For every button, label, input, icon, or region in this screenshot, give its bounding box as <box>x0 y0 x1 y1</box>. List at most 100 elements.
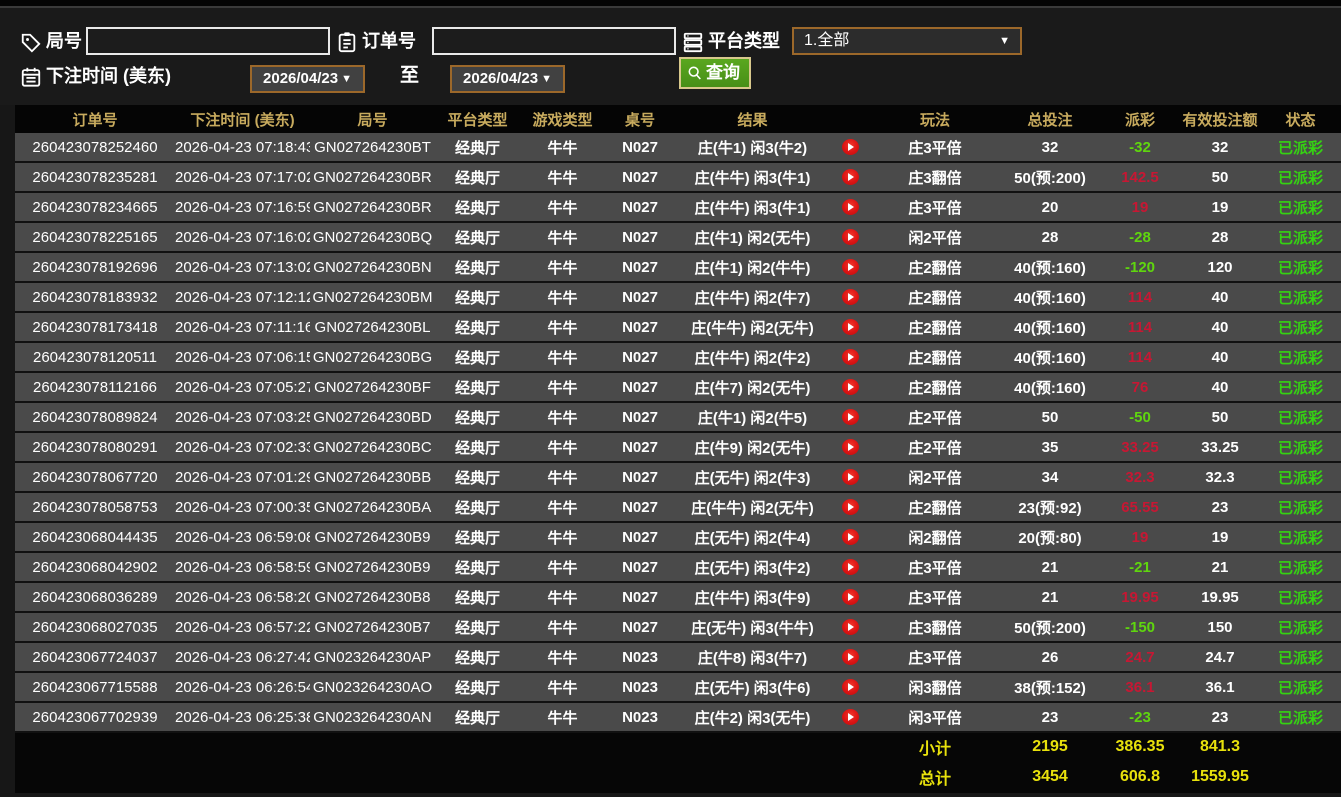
cell-replay <box>830 402 870 432</box>
cell-bet-time: 2026-04-23 07:13:02 <box>175 252 310 282</box>
cell-replay <box>830 492 870 522</box>
cell-platform-type: 经典厅 <box>435 342 520 372</box>
cell-status: 已派彩 <box>1260 162 1341 192</box>
cell-platform-type: 经典厅 <box>435 312 520 342</box>
replay-play-button[interactable] <box>842 289 859 305</box>
table-row: 260423078080291 2026-04-23 07:02:33 GN02… <box>15 432 1341 462</box>
replay-play-button[interactable] <box>842 379 859 395</box>
date-from-picker[interactable]: 2026/04/23▼ <box>250 65 365 93</box>
cell-valid-bet: 23 <box>1180 492 1260 522</box>
round-no-input[interactable] <box>86 27 330 55</box>
cell-play-method: 闲3翻倍 <box>870 672 1000 702</box>
cell-payout: 32.3 <box>1100 462 1180 492</box>
cell-round-no: GN027264230BL <box>310 312 435 342</box>
play-icon <box>848 593 854 601</box>
cell-play-method: 庄2平倍 <box>870 432 1000 462</box>
cell-total-bet: 20(预:80) <box>1000 522 1100 552</box>
replay-play-button[interactable] <box>842 139 859 155</box>
table-row: 260423068042902 2026-04-23 06:58:59 GN02… <box>15 552 1341 582</box>
replay-play-button[interactable] <box>842 589 859 605</box>
col-header-replay <box>830 105 870 133</box>
cell-table-no: N027 <box>605 402 675 432</box>
cell-table-no: N027 <box>605 432 675 462</box>
bet-time-label: 下注时间 (美东) <box>46 62 171 90</box>
cell-valid-bet: 28 <box>1180 222 1260 252</box>
play-icon <box>848 233 854 241</box>
cell-table-no: N027 <box>605 312 675 342</box>
replay-play-button[interactable] <box>842 439 859 455</box>
table-row: 260423078234665 2026-04-23 07:16:59 GN02… <box>15 192 1341 222</box>
chevron-down-icon: ▼ <box>541 73 552 85</box>
replay-play-button[interactable] <box>842 469 859 485</box>
cell-table-no: N027 <box>605 552 675 582</box>
cell-game-type: 牛牛 <box>520 642 605 672</box>
table-row: 260423068044435 2026-04-23 06:59:08 GN02… <box>15 522 1341 552</box>
cell-play-method: 庄3平倍 <box>870 133 1000 162</box>
cell-play-method: 庄2翻倍 <box>870 372 1000 402</box>
cell-order-no: 260423067715588 <box>15 672 175 702</box>
cell-result: 庄(无牛) 闲3(牛牛) <box>675 612 830 642</box>
replay-play-button[interactable] <box>842 199 859 215</box>
date-to-picker[interactable]: 2026/04/23▼ <box>450 65 565 93</box>
replay-play-button[interactable] <box>842 499 859 515</box>
cell-payout: -50 <box>1100 402 1180 432</box>
cell-game-type: 牛牛 <box>520 402 605 432</box>
cell-bet-time: 2026-04-23 06:57:22 <box>175 612 310 642</box>
cell-platform-type: 经典厅 <box>435 672 520 702</box>
replay-play-button[interactable] <box>842 619 859 635</box>
cell-game-type: 牛牛 <box>520 192 605 222</box>
cell-round-no: GN027264230BB <box>310 462 435 492</box>
cell-play-method: 庄2翻倍 <box>870 492 1000 522</box>
cell-game-type: 牛牛 <box>520 552 605 582</box>
replay-play-button[interactable] <box>842 319 859 335</box>
cell-status: 已派彩 <box>1260 432 1341 462</box>
replay-play-button[interactable] <box>842 409 859 425</box>
cell-total-bet: 50(预:200) <box>1000 162 1100 192</box>
cell-play-method: 庄2翻倍 <box>870 282 1000 312</box>
cell-bet-time: 2026-04-23 06:58:59 <box>175 552 310 582</box>
bet-records-table: 订单号 下注时间 (美东) 局号 平台类型 游戏类型 桌号 结果 玩法 总投注 … <box>15 105 1341 793</box>
cell-status: 已派彩 <box>1260 222 1341 252</box>
replay-play-button[interactable] <box>842 559 859 575</box>
table-row: 260423078252460 2026-04-23 07:18:43 GN02… <box>15 133 1341 162</box>
cell-bet-time: 2026-04-23 07:17:02 <box>175 162 310 192</box>
replay-play-button[interactable] <box>842 709 859 725</box>
platform-type-select[interactable]: 1.全部 ▼ <box>792 27 1022 55</box>
replay-play-button[interactable] <box>842 529 859 545</box>
cell-result: 庄(牛2) 闲3(无牛) <box>675 702 830 732</box>
cell-order-no: 260423078058753 <box>15 492 175 522</box>
replay-play-button[interactable] <box>842 169 859 185</box>
platform-type-value: 1.全部 <box>804 32 849 49</box>
cell-result: 庄(无牛) 闲2(牛3) <box>675 462 830 492</box>
search-button[interactable]: 查询 <box>679 57 751 89</box>
cell-order-no: 260423078080291 <box>15 432 175 462</box>
cell-round-no: GN027264230BQ <box>310 222 435 252</box>
cell-valid-bet: 50 <box>1180 162 1260 192</box>
cell-total-bet: 23(预:92) <box>1000 492 1100 522</box>
cell-result: 庄(牛8) 闲3(牛7) <box>675 642 830 672</box>
order-no-input[interactable] <box>432 27 676 55</box>
cell-order-no: 260423078252460 <box>15 133 175 162</box>
table-row: 260423067702939 2026-04-23 06:25:38 GN02… <box>15 702 1341 732</box>
replay-play-button[interactable] <box>842 649 859 665</box>
cell-payout: -23 <box>1100 702 1180 732</box>
cell-replay <box>830 342 870 372</box>
cell-game-type: 牛牛 <box>520 133 605 162</box>
table-row: 260423067715588 2026-04-23 06:26:54 GN02… <box>15 672 1341 702</box>
top-strip <box>0 0 1341 8</box>
cell-order-no: 260423078183932 <box>15 282 175 312</box>
cell-round-no: GN027264230BF <box>310 372 435 402</box>
cell-result: 庄(牛9) 闲2(无牛) <box>675 432 830 462</box>
cell-round-no: GN027264230BN <box>310 252 435 282</box>
col-header-time: 下注时间 (美东) <box>175 105 310 133</box>
cell-bet-time: 2026-04-23 07:03:25 <box>175 402 310 432</box>
cell-total-bet: 40(预:160) <box>1000 342 1100 372</box>
replay-play-button[interactable] <box>842 349 859 365</box>
cell-status: 已派彩 <box>1260 462 1341 492</box>
cell-status: 已派彩 <box>1260 492 1341 522</box>
cell-table-no: N027 <box>605 252 675 282</box>
replay-play-button[interactable] <box>842 679 859 695</box>
replay-play-button[interactable] <box>842 229 859 245</box>
replay-play-button[interactable] <box>842 259 859 275</box>
cell-bet-time: 2026-04-23 06:26:54 <box>175 672 310 702</box>
